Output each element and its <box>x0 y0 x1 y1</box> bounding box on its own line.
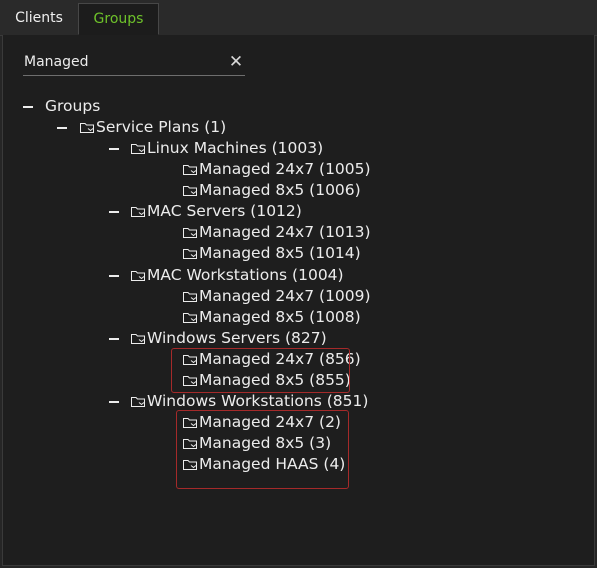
folder-icon <box>183 376 197 386</box>
tree-node-windows-servers[interactable]: Windows Servers (827) <box>131 328 327 349</box>
folder-icon <box>131 207 145 217</box>
tree-node-label: Managed HAAS (4) <box>199 455 346 473</box>
tree-node-label: Managed 24x7 (1013) <box>199 223 371 241</box>
tree-node-managed-group[interactable]: Managed 8x5 (1008) <box>183 307 361 328</box>
folder-icon <box>183 228 197 238</box>
folder-icon <box>183 355 197 365</box>
tree-node-label: Managed 8x5 (1006) <box>199 181 361 199</box>
folder-icon <box>131 397 145 407</box>
folder-icon <box>80 123 94 133</box>
groups-panel: ✕ Groups Service Plans (1) Linux Machine… <box>2 35 595 566</box>
folder-icon <box>183 313 197 323</box>
folder-icon <box>131 144 145 154</box>
tree-node-managed-group[interactable]: Managed 24x7 (856) <box>183 349 361 370</box>
folder-icon <box>183 249 197 259</box>
collapse-toggle-linux[interactable] <box>109 138 121 159</box>
collapse-toggle-windows-servers[interactable] <box>109 328 121 349</box>
folder-icon <box>131 271 145 281</box>
tree-node-managed-group[interactable]: Managed HAAS (4) <box>183 454 345 475</box>
tree-node-windows-workstations[interactable]: Windows Workstations (851) <box>131 391 368 412</box>
tree-node-label: Managed 8x5 (1008) <box>199 308 361 326</box>
tree-node-managed-group[interactable]: Managed 8x5 (1006) <box>183 180 361 201</box>
app-window: Clients Groups ✕ Groups Service Plans (1… <box>0 0 597 568</box>
tree-node-mac-workstations[interactable]: MAC Workstations (1004) <box>131 265 344 286</box>
tree-node-managed-group[interactable]: Managed 24x7 (2) <box>183 412 341 433</box>
folder-icon <box>183 186 197 196</box>
tree-node-managed-group[interactable]: Managed 8x5 (3) <box>183 433 331 454</box>
tree-node-label: Managed 24x7 (1009) <box>199 287 371 305</box>
tab-groups[interactable]: Groups <box>78 3 159 35</box>
collapse-toggle-mac-workstations[interactable] <box>109 265 121 286</box>
folder-icon <box>183 418 197 428</box>
folder-icon <box>183 165 197 175</box>
tree-node-label: Windows Workstations (851) <box>147 392 369 410</box>
tree-node-label: Groups <box>45 97 101 115</box>
tree-node-linux-machines[interactable]: Linux Machines (1003) <box>131 138 323 159</box>
collapse-toggle-mac-servers[interactable] <box>109 201 121 222</box>
tree-node-managed-group[interactable]: Managed 24x7 (1013) <box>183 222 371 243</box>
tree-node-label: Managed 24x7 (2) <box>199 413 341 431</box>
tree-node-label: MAC Servers (1012) <box>147 202 302 220</box>
group-tree: Groups Service Plans (1) Linux Machines … <box>3 35 596 566</box>
collapse-toggle-service-plans[interactable] <box>57 117 69 138</box>
tree-node-label: Managed 8x5 (855) <box>199 371 351 389</box>
tree-node-mac-servers[interactable]: MAC Servers (1012) <box>131 201 302 222</box>
tree-node-managed-group[interactable]: Managed 8x5 (1014) <box>183 243 361 264</box>
tree-node-managed-group[interactable]: Managed 24x7 (1009) <box>183 286 371 307</box>
folder-icon <box>183 460 197 470</box>
collapse-toggle-windows-workstations[interactable] <box>109 391 121 412</box>
tree-node-groups[interactable]: Groups <box>45 96 100 117</box>
tree-node-label: Windows Servers (827) <box>147 329 327 347</box>
folder-icon <box>131 334 145 344</box>
tree-node-label: Managed 8x5 (3) <box>199 434 332 452</box>
folder-icon <box>183 439 197 449</box>
tree-node-label: Service Plans (1) <box>96 118 227 136</box>
tree-node-managed-group[interactable]: Managed 8x5 (855) <box>183 370 351 391</box>
tree-node-label: Linux Machines (1003) <box>147 139 324 157</box>
folder-icon <box>183 292 197 302</box>
tree-node-label: MAC Workstations (1004) <box>147 266 344 284</box>
tree-node-label: Managed 24x7 (1005) <box>199 160 371 178</box>
tree-node-label: Managed 8x5 (1014) <box>199 244 361 262</box>
collapse-toggle-groups[interactable] <box>23 96 35 117</box>
tree-node-managed-group[interactable]: Managed 24x7 (1005) <box>183 159 371 180</box>
tab-bar: Clients Groups <box>0 0 597 36</box>
tree-node-service-plans[interactable]: Service Plans (1) <box>80 117 226 138</box>
tab-clients[interactable]: Clients <box>0 0 78 34</box>
tree-node-label: Managed 24x7 (856) <box>199 350 361 368</box>
